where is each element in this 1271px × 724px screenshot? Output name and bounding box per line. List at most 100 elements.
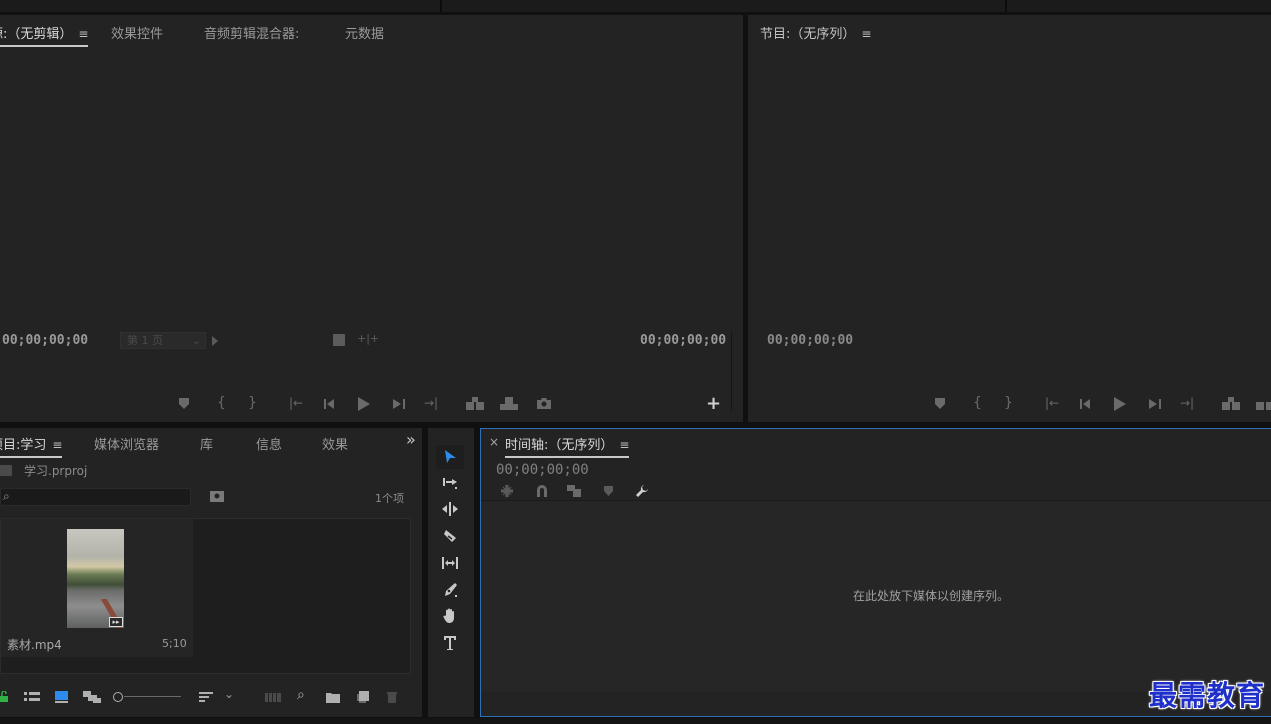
program-title: 节目:（无序列） bbox=[760, 27, 856, 42]
source-timecode-current[interactable]: 00;00;00;00 bbox=[2, 333, 88, 348]
trash-icon[interactable] bbox=[387, 691, 397, 703]
timeline-timecode[interactable]: 00;00;00;00 bbox=[496, 462, 589, 478]
ripple-edit-tool[interactable] bbox=[436, 497, 464, 521]
source-viewer bbox=[0, 51, 743, 336]
search-icon: ⌕ bbox=[3, 489, 10, 503]
tab-audio-clip-mixer[interactable]: 音频剪辑混合器: bbox=[204, 23, 299, 42]
zoom-slider[interactable] bbox=[113, 691, 181, 703]
overwrite-icon[interactable] bbox=[500, 397, 518, 410]
freeform-view-icon[interactable] bbox=[83, 691, 101, 703]
button-editor-plus-icon[interactable]: + bbox=[706, 393, 721, 414]
tab-timeline[interactable]: 时间轴:（无序列） ≡ bbox=[505, 434, 630, 458]
tabs-overflow-button[interactable]: » bbox=[406, 430, 416, 449]
panel-menu-icon[interactable]: ≡ bbox=[861, 27, 871, 41]
search-input[interactable]: ⌕ bbox=[0, 488, 191, 506]
razor-tool[interactable] bbox=[436, 524, 464, 548]
step-back-icon[interactable] bbox=[324, 399, 336, 409]
clip-name: 素材.mp4 bbox=[7, 638, 62, 652]
tab-project-label: 项目:学习 bbox=[0, 438, 47, 453]
program-timecode-current[interactable]: 00;00;00;00 bbox=[767, 333, 853, 348]
mark-in-icon[interactable]: { bbox=[217, 395, 226, 411]
nest-icon[interactable] bbox=[501, 485, 513, 497]
panel-menu-icon[interactable]: ≡ bbox=[619, 438, 629, 452]
panel-menu-icon[interactable]: ≡ bbox=[78, 27, 88, 41]
new-bin-icon[interactable] bbox=[326, 692, 340, 703]
chevron-down-icon[interactable]: ⌄ bbox=[224, 687, 234, 701]
clip-thumbnail-card[interactable]: ▸▸ 素材.mp4 5;10 bbox=[1, 519, 193, 657]
type-tool[interactable] bbox=[436, 631, 464, 655]
tab-media-browser[interactable]: 媒体浏览器 bbox=[94, 434, 159, 453]
go-to-out-icon[interactable]: →| bbox=[1180, 396, 1194, 410]
go-to-in-icon[interactable]: |← bbox=[289, 396, 303, 410]
program-viewer bbox=[748, 51, 1271, 336]
project-item-area: ▸▸ 素材.mp4 5;10 bbox=[0, 518, 411, 674]
tab-info[interactable]: 信息 bbox=[256, 434, 282, 453]
tab-effects[interactable]: 效果 bbox=[322, 434, 348, 453]
automate-to-sequence-icon[interactable] bbox=[265, 693, 281, 702]
project-panel: 项目:学习 ≡ 媒体浏览器 库 信息 效果 » 学习.prproj ⌕ 1个项 ▸… bbox=[0, 428, 422, 717]
icon-view-icon[interactable] bbox=[55, 691, 68, 703]
zoom-slider-track bbox=[124, 696, 181, 697]
play-icon[interactable] bbox=[1114, 397, 1126, 411]
timeline-close-button[interactable]: × bbox=[489, 435, 499, 449]
selection-tool[interactable] bbox=[436, 445, 464, 469]
tab-program[interactable]: 节目:（无序列） ≡ bbox=[760, 23, 871, 42]
hand-icon bbox=[443, 608, 454, 623]
page-select[interactable]: 第 1 页 ⌄ bbox=[120, 332, 206, 349]
new-item-icon[interactable] bbox=[357, 691, 369, 703]
drag-video-icon[interactable]: +|+ bbox=[357, 332, 379, 345]
tab-libraries[interactable]: 库 bbox=[200, 434, 213, 453]
razor-icon bbox=[444, 530, 456, 542]
timeline-toolbar bbox=[481, 482, 681, 500]
linked-selection-icon[interactable] bbox=[567, 485, 581, 497]
panel-menu-icon[interactable]: ≡ bbox=[52, 438, 62, 452]
step-back-icon[interactable] bbox=[1080, 399, 1092, 409]
tab-source[interactable]: 源:（无剪辑） ≡ bbox=[0, 23, 89, 47]
page-select-value: 第 1 页 bbox=[127, 334, 163, 347]
list-view-icon[interactable] bbox=[24, 692, 40, 703]
item-count: 1个项 bbox=[375, 492, 404, 505]
timeline-title: 时间轴:（无序列） bbox=[505, 438, 614, 453]
step-forward-icon[interactable] bbox=[1149, 399, 1161, 409]
play-icon[interactable] bbox=[358, 397, 370, 411]
go-to-in-icon[interactable]: |← bbox=[1045, 396, 1059, 410]
bin-icon bbox=[0, 465, 12, 476]
add-marker-icon[interactable] bbox=[604, 486, 613, 496]
timeline-track-area[interactable]: 在此处放下媒体以创建序列。 bbox=[481, 500, 1271, 692]
lock-icon[interactable] bbox=[0, 691, 8, 702]
top-strip bbox=[0, 0, 1271, 12]
source-monitor-panel: 源:（无剪辑） ≡ 效果控件 音频剪辑混合器: 元数据 00;00;00;00 第… bbox=[0, 15, 743, 422]
export-frame-icon[interactable] bbox=[537, 398, 551, 409]
ripple-edit-icon bbox=[442, 502, 458, 516]
tab-metadata[interactable]: 元数据 bbox=[345, 23, 384, 42]
play-triangle-icon[interactable] bbox=[212, 336, 218, 346]
find-icon[interactable]: ⌕ bbox=[297, 687, 305, 703]
extract-icon[interactable] bbox=[1256, 397, 1271, 410]
snap-magnet-icon[interactable] bbox=[536, 485, 548, 497]
pen-tool[interactable] bbox=[436, 578, 464, 602]
tab-effect-controls[interactable]: 效果控件 bbox=[111, 23, 163, 42]
source-timecode-duration: 00;00;00;00 bbox=[640, 333, 727, 348]
hand-tool[interactable] bbox=[436, 604, 464, 628]
sort-icon[interactable] bbox=[199, 692, 213, 703]
zoom-slider-handle[interactable] bbox=[113, 692, 123, 702]
clip-thumbnail[interactable]: ▸▸ bbox=[67, 529, 125, 628]
clip-duration: 5;10 bbox=[162, 637, 187, 650]
add-marker-icon[interactable] bbox=[179, 398, 189, 409]
mark-in-icon[interactable]: { bbox=[973, 395, 982, 411]
zoom-box-icon[interactable] bbox=[333, 334, 345, 346]
tab-project[interactable]: 项目:学习 ≡ bbox=[0, 434, 63, 458]
find-icon[interactable] bbox=[210, 491, 224, 502]
insert-icon[interactable] bbox=[466, 397, 484, 410]
add-marker-icon[interactable] bbox=[935, 398, 945, 409]
mark-out-icon[interactable]: } bbox=[1004, 395, 1013, 411]
wrench-icon[interactable] bbox=[635, 484, 649, 498]
type-icon bbox=[444, 636, 456, 650]
track-select-tool[interactable] bbox=[436, 470, 464, 494]
slip-tool[interactable] bbox=[436, 551, 464, 575]
project-bottom-toolbar: ⌄ ⌕ bbox=[0, 686, 422, 708]
lift-icon[interactable] bbox=[1222, 397, 1240, 410]
mark-out-icon[interactable]: } bbox=[248, 395, 257, 411]
go-to-out-icon[interactable]: →| bbox=[424, 396, 438, 410]
step-forward-icon[interactable] bbox=[393, 399, 405, 409]
